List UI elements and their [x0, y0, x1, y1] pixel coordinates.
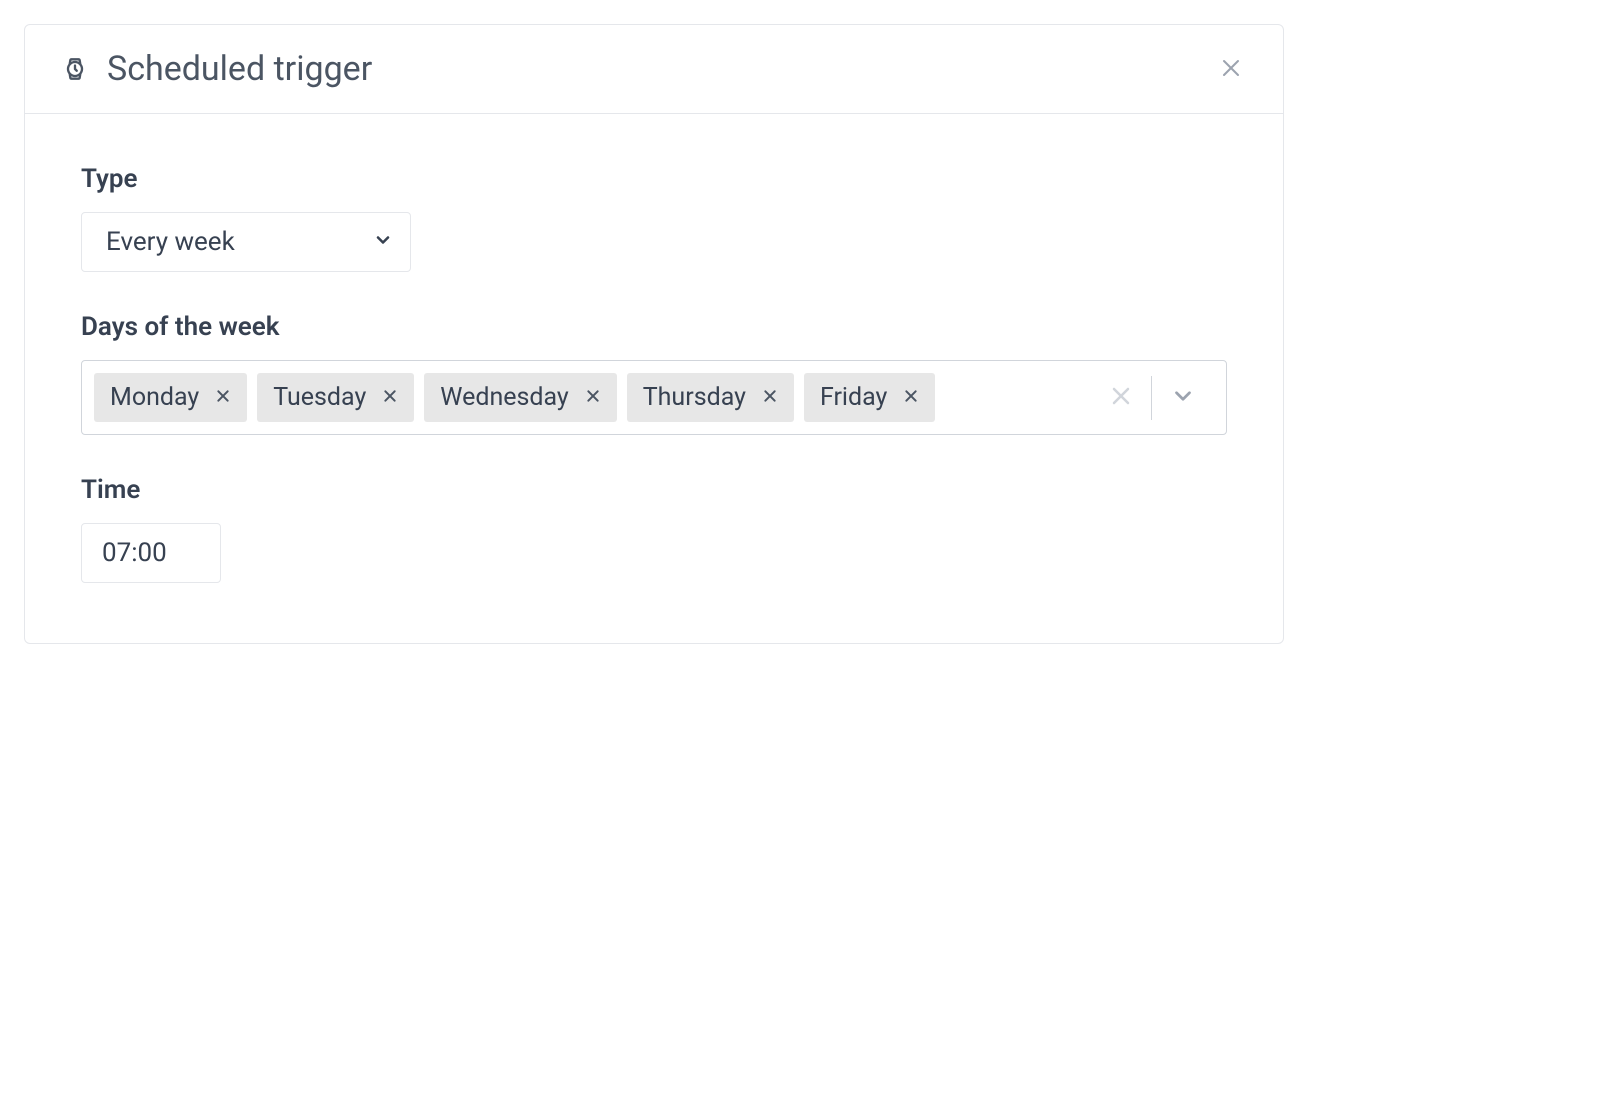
days-multiselect[interactable]: Monday Tuesday Wednesday Thursday Friday — [81, 360, 1227, 435]
type-label: Type — [81, 164, 1227, 194]
day-tag: Wednesday — [424, 373, 616, 422]
multiselect-controls — [1097, 375, 1218, 420]
remove-tag-button[interactable] — [215, 388, 231, 407]
header-left: Scheduled trigger — [61, 49, 372, 89]
remove-tag-button[interactable] — [585, 388, 601, 407]
day-tag: Monday — [94, 373, 247, 422]
day-tag: Tuesday — [257, 373, 414, 422]
day-tag-label: Monday — [110, 383, 199, 412]
clear-all-button[interactable] — [1097, 376, 1145, 419]
type-select[interactable]: Every week — [81, 212, 411, 272]
tags-area: Monday Tuesday Wednesday Thursday Friday — [90, 369, 1089, 426]
day-tag: Friday — [804, 373, 935, 422]
day-tag-label: Wednesday — [440, 383, 568, 412]
remove-tag-button[interactable] — [762, 388, 778, 407]
days-label: Days of the week — [81, 312, 1227, 342]
scheduled-trigger-panel: Scheduled trigger Type Every week — [24, 24, 1284, 644]
x-icon — [215, 388, 231, 407]
panel-body: Type Every week Days of the week Monday T… — [25, 114, 1283, 643]
field-time: Time — [81, 475, 1227, 583]
day-tag-label: Friday — [820, 383, 887, 412]
field-type: Type Every week — [81, 164, 1227, 272]
x-icon — [585, 388, 601, 407]
watch-icon — [61, 55, 89, 83]
time-label: Time — [81, 475, 1227, 505]
day-tag: Thursday — [627, 373, 794, 422]
panel-header: Scheduled trigger — [25, 25, 1283, 114]
close-icon — [1219, 56, 1243, 83]
dropdown-toggle-button[interactable] — [1158, 375, 1208, 420]
day-tag-label: Tuesday — [273, 383, 366, 412]
close-button[interactable] — [1215, 52, 1247, 87]
remove-tag-button[interactable] — [382, 388, 398, 407]
x-icon — [382, 388, 398, 407]
clear-icon — [1109, 384, 1133, 411]
remove-tag-button[interactable] — [903, 388, 919, 407]
chevron-down-icon — [1170, 383, 1196, 412]
day-tag-label: Thursday — [643, 383, 746, 412]
type-select-wrap: Every week — [81, 212, 411, 272]
divider — [1151, 376, 1152, 420]
panel-title: Scheduled trigger — [107, 49, 372, 89]
x-icon — [762, 388, 778, 407]
x-icon — [903, 388, 919, 407]
field-days: Days of the week Monday Tuesday Wednesday T… — [81, 312, 1227, 435]
time-input[interactable] — [81, 523, 221, 583]
